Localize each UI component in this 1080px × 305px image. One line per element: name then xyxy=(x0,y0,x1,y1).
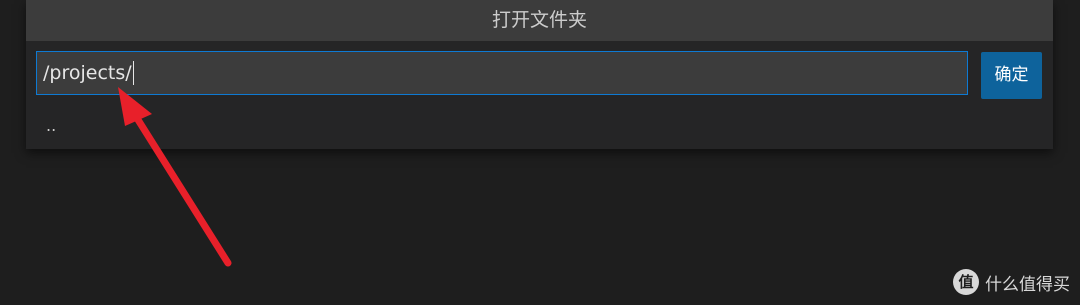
folder-path-value: /projects/ xyxy=(43,62,132,84)
folder-path-input[interactable]: /projects/ xyxy=(36,51,968,95)
text-caret xyxy=(132,61,134,85)
watermark-logo-icon: 值 xyxy=(953,269,979,295)
parent-folder-item[interactable]: .. xyxy=(46,116,56,136)
open-folder-dialog: 打开文件夹 /projects/ 确定 .. xyxy=(26,0,1053,149)
watermark-text: 什么值得买 xyxy=(985,274,1070,295)
confirm-button[interactable]: 确定 xyxy=(981,52,1042,99)
dialog-title: 打开文件夹 xyxy=(26,0,1053,41)
watermark: 值 什么值得买 xyxy=(953,269,1070,295)
